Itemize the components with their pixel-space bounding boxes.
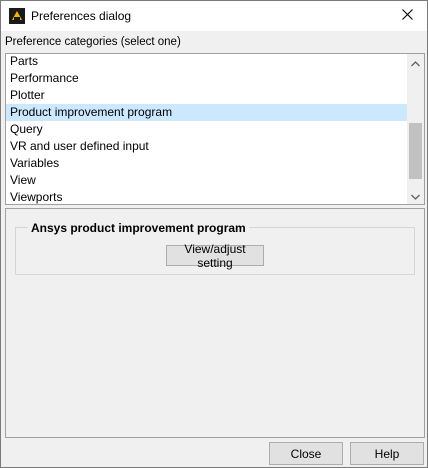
chevron-up-icon — [411, 56, 420, 70]
close-button[interactable]: Close — [269, 442, 343, 465]
view-adjust-setting-button[interactable]: View/adjust setting — [166, 242, 264, 270]
scroll-down-button[interactable] — [407, 187, 424, 204]
list-item-query[interactable]: Query — [6, 121, 407, 138]
window-title: Preferences dialog — [31, 9, 132, 23]
vertical-scrollbar[interactable] — [407, 54, 424, 204]
list-item-plotter[interactable]: Plotter — [6, 87, 407, 104]
close-icon — [401, 9, 413, 23]
list-item-product-improvement-program[interactable]: Product improvement program — [6, 104, 407, 121]
list-item-vr-user-input[interactable]: VR and user defined input — [6, 138, 407, 155]
list-item-viewports[interactable]: Viewports — [6, 189, 407, 204]
preferences-dialog: Preferences dialog Preference categories… — [0, 0, 428, 468]
app-logo-icon — [9, 8, 25, 24]
categories-list: Parts Performance Plotter Product improv… — [6, 54, 407, 204]
help-button[interactable]: Help — [350, 442, 424, 465]
list-item-performance[interactable]: Performance — [6, 70, 407, 87]
scroll-thumb[interactable] — [409, 123, 422, 179]
chevron-down-icon — [411, 189, 420, 203]
title-bar: Preferences dialog — [1, 1, 427, 31]
group-title: Ansys product improvement program — [28, 221, 249, 235]
scroll-up-button[interactable] — [407, 54, 424, 71]
categories-prompt: Preference categories (select one) — [5, 36, 181, 48]
categories-listbox[interactable]: Parts Performance Plotter Product improv… — [5, 53, 425, 205]
close-window-button[interactable] — [387, 1, 427, 31]
list-item-view[interactable]: View — [6, 172, 407, 189]
list-item-parts[interactable]: Parts — [6, 54, 407, 70]
list-item-variables[interactable]: Variables — [6, 155, 407, 172]
